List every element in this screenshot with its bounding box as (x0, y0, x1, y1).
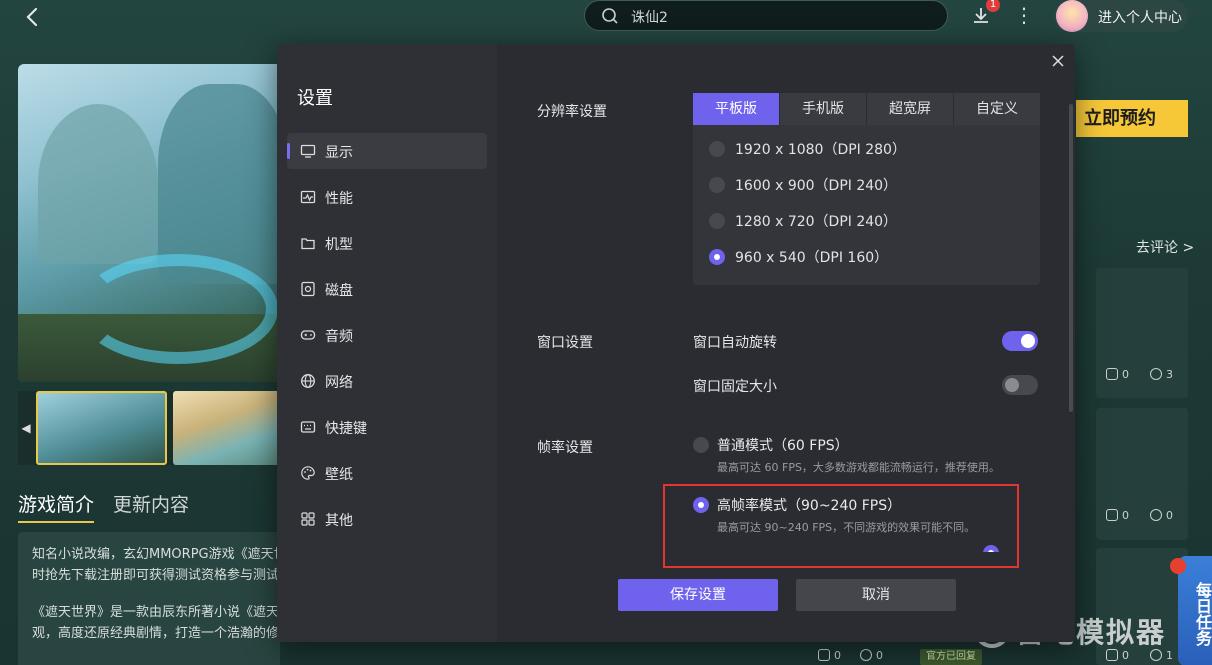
nav-item-label: 显示 (325, 145, 353, 161)
carousel-prev-button[interactable]: ◀ (18, 391, 34, 465)
palette-icon (300, 465, 316, 481)
auto-rotate-label: 窗口自动旋转 (693, 335, 777, 351)
fixed-size-label: 窗口固定大小 (693, 379, 777, 395)
comment-icon (1150, 368, 1162, 380)
tab-ultrawide[interactable]: 超宽屏 (867, 93, 953, 125)
gamepad-icon (300, 327, 316, 343)
performance-icon (300, 189, 316, 205)
nav-item-label: 壁纸 (325, 467, 353, 483)
thumbs-up-icon (1106, 368, 1118, 380)
nav-item-device-model[interactable]: 机型 (287, 225, 487, 261)
comment-count[interactable]: 0 (1150, 509, 1173, 522)
like-count[interactable]: 0 (1106, 509, 1129, 522)
nav-item-label: 性能 (325, 191, 353, 207)
thumbs-up-icon (1106, 509, 1118, 521)
screenshot-thumb-2[interactable] (173, 391, 280, 465)
comment-icon (860, 649, 872, 661)
intro-line: 知名小说改编，玄幻MMORPG游戏《遮天世 (32, 547, 280, 562)
official-reply-badge: 官方已回复 (920, 649, 982, 665)
nav-item-label: 机型 (325, 237, 353, 253)
like-count[interactable]: 0 (1106, 368, 1129, 381)
tab-tablet[interactable]: 平板版 (693, 93, 779, 125)
nav-item-audio[interactable]: 音频 (287, 317, 487, 353)
settings-scrollbar[interactable] (1069, 104, 1073, 412)
fps-option-normal[interactable]: 普通模式（60 FPS） 最高可达 60 FPS，大多数游戏都能流畅运行，推荐使… (693, 435, 1033, 479)
nav-item-label: 网络 (325, 375, 353, 391)
nav-item-disk[interactable]: 磁盘 (287, 271, 487, 307)
close-icon (1052, 55, 1064, 67)
radio-button[interactable] (693, 437, 709, 453)
comment-icon (1150, 509, 1162, 521)
nav-item-label: 磁盘 (325, 283, 353, 299)
resolution-section-label: 分辨率设置 (537, 104, 607, 120)
avatar (1056, 0, 1088, 32)
window-section-label: 窗口设置 (537, 335, 593, 351)
radio-button[interactable] (709, 141, 725, 157)
settings-nav: 显示 性能 机型 磁盘 音频 网络 快捷键 壁纸 其他 (287, 133, 487, 547)
game-banner-image (18, 64, 280, 382)
search-icon (602, 8, 618, 24)
fixed-size-toggle[interactable] (1002, 375, 1038, 395)
nav-item-hotkeys[interactable]: 快捷键 (287, 409, 487, 445)
settings-title: 设置 (297, 88, 333, 109)
framerate-section-label: 帧率设置 (537, 440, 593, 456)
back-button[interactable] (20, 4, 46, 30)
comment-count[interactable]: 0 (860, 649, 883, 662)
screenshot-carousel: ◀ (18, 391, 280, 465)
nav-item-performance[interactable]: 性能 (287, 179, 487, 215)
chevron-left-icon (26, 7, 38, 27)
nav-item-other[interactable]: 其他 (287, 501, 487, 537)
nav-item-network[interactable]: 网络 (287, 363, 487, 399)
close-button[interactable] (1049, 52, 1067, 70)
nav-item-wallpaper[interactable]: 壁纸 (287, 455, 487, 491)
intro-line: 时抢先下载注册即可获得测试资格参与测试 (32, 568, 280, 583)
keyboard-icon (300, 419, 316, 435)
download-badge: 1 (986, 0, 1000, 12)
settings-sidebar: 设置 显示 性能 机型 磁盘 音频 网络 快捷键 壁纸 其他 (277, 44, 497, 642)
top-bar: 诛仙2 1 ⋮ 进入个人中心 (0, 0, 1212, 34)
highlight-box (663, 484, 1019, 568)
comment-card[interactable]: 0 0 (1096, 408, 1188, 540)
tab-phone[interactable]: 手机版 (780, 93, 866, 125)
tab-game-intro[interactable]: 游戏简介 (18, 490, 95, 523)
comment-card[interactable]: 0 3 (1096, 268, 1188, 398)
globe-icon (300, 373, 316, 389)
auto-rotate-toggle[interactable] (1002, 331, 1038, 351)
cancel-button[interactable]: 取消 (796, 579, 956, 611)
disk-icon (300, 281, 316, 297)
more-menu-button[interactable]: ⋮ (1014, 4, 1034, 28)
resolution-options: 1920 x 1080（DPI 280） 1600 x 900（DPI 240）… (693, 125, 1040, 285)
nav-item-label: 音频 (325, 329, 353, 345)
radio-button[interactable] (709, 213, 725, 229)
monitor-icon (300, 143, 316, 159)
settings-dialog: 设置 显示 性能 机型 磁盘 音频 网络 快捷键 壁纸 其他 分辨率设置 平板版… (277, 44, 1075, 642)
nav-item-display[interactable]: 显示 (287, 133, 487, 169)
intro-line: 观，高度还原经典剧情，打造一个浩瀚的修仙世界。 (32, 626, 280, 641)
tab-update-content[interactable]: 更新内容 (113, 490, 189, 517)
search-input[interactable]: 诛仙2 (631, 7, 668, 27)
radio-button[interactable] (709, 177, 725, 193)
like-count[interactable]: 0 (818, 649, 841, 662)
screenshot-thumb-1[interactable] (36, 391, 167, 465)
search-box[interactable]: 诛仙2 (584, 0, 948, 31)
tab-custom[interactable]: 自定义 (954, 93, 1040, 125)
thumbs-up-icon (818, 649, 830, 661)
device-model-icon (300, 235, 316, 251)
user-center-button[interactable]: 进入个人中心 (1054, 0, 1188, 32)
grid-icon (300, 511, 316, 527)
notification-dot (1170, 558, 1186, 574)
save-button[interactable]: 保存设置 (618, 579, 778, 611)
nav-item-label: 快捷键 (325, 421, 367, 437)
preorder-button[interactable]: 立即预约 (1076, 100, 1188, 137)
game-intro-text: 知名小说改编，玄幻MMORPG游戏《遮天世 时抢先下载注册即可获得测试资格参与测… (18, 532, 280, 665)
go-comment-link[interactable]: 去评论 > (1136, 237, 1194, 257)
user-center-label: 进入个人中心 (1098, 10, 1182, 26)
nav-item-label: 其他 (325, 513, 353, 529)
resolution-tabs: 平板版 手机版 超宽屏 自定义 (693, 93, 1040, 125)
intro-line: 《遮天世界》是一款由辰东所著小说《遮天 (32, 605, 280, 620)
daily-task-button[interactable]: 每日任务 (1178, 556, 1212, 665)
comment-count[interactable]: 3 (1150, 368, 1173, 381)
settings-content: 分辨率设置 平板版 手机版 超宽屏 自定义 1920 x 1080（DPI 28… (497, 44, 1075, 642)
radio-button-selected[interactable] (709, 249, 725, 265)
